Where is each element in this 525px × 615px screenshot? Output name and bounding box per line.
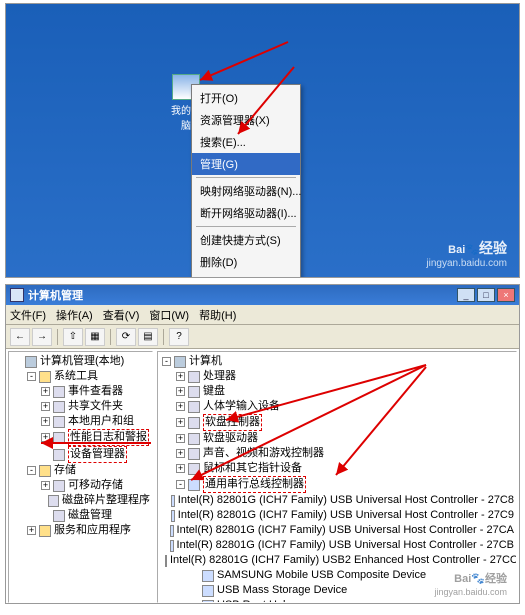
tree-item[interactable]: +声音、视频和游戏控制器: [162, 446, 514, 461]
gear-icon: [188, 401, 200, 413]
folder-icon: [39, 465, 51, 477]
tree-item[interactable]: +本地用户和组: [13, 414, 150, 429]
paw-icon: 🐾: [471, 573, 485, 585]
usb-icon: [171, 495, 175, 507]
tree-item[interactable]: 磁盘管理: [13, 508, 150, 523]
tree-item[interactable]: -存储: [13, 463, 150, 478]
mmc-window: 计算机管理 _ □ × 文件(F) 操作(A) 查看(V) 窗口(W) 帮助(H) ← …: [5, 284, 520, 604]
menu-item[interactable]: 文件(F): [10, 307, 46, 323]
menubar: 文件(F) 操作(A) 查看(V) 窗口(W) 帮助(H): [6, 305, 519, 325]
back-button[interactable]: ←: [10, 328, 30, 346]
watermark: Bai🐾经验 jingyan.baidu.com: [426, 237, 507, 269]
comp-icon: [174, 356, 186, 368]
menu-item[interactable]: 查看(V): [103, 307, 140, 323]
comp-icon: [25, 356, 37, 368]
forward-button[interactable]: →: [32, 328, 52, 346]
folder-icon: [39, 371, 51, 383]
usb-icon: [202, 600, 214, 604]
folder-icon: [39, 525, 51, 537]
gear-icon: [53, 449, 65, 461]
menu-item[interactable]: 打开(O): [192, 87, 300, 109]
menu-item[interactable]: 断开网络驱动器(I)...: [192, 202, 300, 224]
usb-icon: [202, 585, 214, 597]
up-button[interactable]: ⇧: [63, 328, 83, 346]
tree-item[interactable]: +软盘控制器: [162, 414, 514, 431]
tree-item[interactable]: Intel(R) 82801G (ICH7 Family) USB Univer…: [162, 523, 514, 538]
watermark-brand2: 经验: [479, 240, 507, 256]
tree-item[interactable]: 磁盘碎片整理程序: [13, 493, 150, 508]
gear-icon: [53, 386, 65, 398]
usb-icon: [202, 570, 214, 582]
refresh-button[interactable]: ⟳: [116, 328, 136, 346]
tree-item[interactable]: Intel(R) 82801G (ICH7 Family) USB Univer…: [162, 538, 514, 553]
tree-item[interactable]: +服务和应用程序: [13, 523, 150, 538]
paw-icon: 🐾: [465, 244, 479, 256]
gear-icon: [53, 510, 65, 522]
minimize-button[interactable]: _: [457, 288, 475, 302]
desktop-panel: 我的电脑 打开(O)资源管理器(X)搜索(E)...管理(G)映射网络驱动器(N…: [5, 3, 520, 278]
tree-item[interactable]: 设备管理器: [13, 446, 150, 463]
gear-icon: [48, 495, 59, 507]
tree-item[interactable]: Intel(R) 82801G (ICH7 Family) USB2 Enhan…: [162, 553, 514, 568]
gear-icon: [188, 386, 200, 398]
menu-item[interactable]: 重命名(M): [192, 273, 300, 278]
menu-item[interactable]: 管理(G): [192, 153, 300, 175]
usb-icon: [188, 479, 200, 491]
gear-icon: [53, 416, 65, 428]
tree-item[interactable]: +人体学输入设备: [162, 399, 514, 414]
gear-icon: [188, 448, 200, 460]
menu-item[interactable]: 操作(A): [56, 307, 93, 323]
menu-item[interactable]: 映射网络驱动器(N)...: [192, 180, 300, 202]
tree-item[interactable]: +性能日志和警报: [13, 429, 150, 446]
titlebar[interactable]: 计算机管理 _ □ ×: [6, 285, 519, 305]
gear-icon: [53, 480, 65, 492]
usb-icon: [171, 510, 175, 522]
left-pane[interactable]: 计算机管理(本地)-系统工具+事件查看器+共享文件夹+本地用户和组+性能日志和警…: [8, 351, 153, 603]
usb-icon: [165, 555, 167, 567]
tree-item[interactable]: +键盘: [162, 384, 514, 399]
tree-item[interactable]: -系统工具: [13, 369, 150, 384]
tree-item[interactable]: Intel(R) 82801G (ICH7 Family) USB Univer…: [162, 508, 514, 523]
tree-item[interactable]: +事件查看器: [13, 384, 150, 399]
tree-item[interactable]: +可移动存储: [13, 478, 150, 493]
gear-icon: [188, 371, 200, 383]
gear-icon: [188, 463, 200, 475]
menu-item[interactable]: 窗口(W): [149, 307, 189, 323]
menu-item[interactable]: 删除(D): [192, 251, 300, 273]
tree-item[interactable]: -计算机: [162, 354, 514, 369]
watermark: Bai🐾经验 jingyan.baidu.com: [434, 569, 507, 597]
usb-icon: [170, 540, 173, 552]
usb-icon: [170, 525, 173, 537]
properties-button[interactable]: ▦: [85, 328, 105, 346]
gear-icon: [188, 433, 200, 445]
watermark-brand: Bai: [448, 244, 465, 256]
menu-item[interactable]: 创建快捷方式(S): [192, 229, 300, 251]
gear-icon: [53, 401, 65, 413]
close-button[interactable]: ×: [497, 288, 515, 302]
tree-item[interactable]: +鼠标和其它指针设备: [162, 461, 514, 476]
gear-icon: [53, 432, 65, 444]
toolbar: ← → ⇧ ▦ ⟳ ▤ ?: [6, 325, 519, 349]
window-title: 计算机管理: [28, 287, 455, 303]
tree-item[interactable]: +共享文件夹: [13, 399, 150, 414]
tree-item[interactable]: -通用串行总线控制器: [162, 476, 514, 493]
watermark-url: jingyan.baidu.com: [426, 258, 507, 269]
export-button[interactable]: ▤: [138, 328, 158, 346]
menu-item[interactable]: 帮助(H): [199, 307, 236, 323]
tree-item[interactable]: +处理器: [162, 369, 514, 384]
context-menu: 打开(O)资源管理器(X)搜索(E)...管理(G) 映射网络驱动器(N)...断…: [191, 84, 301, 278]
tree-item[interactable]: Intel(R) 82801G (ICH7 Family) USB Univer…: [162, 493, 514, 508]
menu-item[interactable]: 搜索(E)...: [192, 131, 300, 153]
tree-item[interactable]: 计算机管理(本地): [13, 354, 150, 369]
gear-icon: [188, 417, 200, 429]
right-pane[interactable]: -计算机+处理器+键盘+人体学输入设备+软盘控制器+软盘驱动器+声音、视频和游戏…: [157, 351, 517, 603]
app-icon: [10, 288, 24, 302]
tree-item[interactable]: +软盘驱动器: [162, 431, 514, 446]
help-button[interactable]: ?: [169, 328, 189, 346]
maximize-button[interactable]: □: [477, 288, 495, 302]
menu-item[interactable]: 资源管理器(X): [192, 109, 300, 131]
tree-item[interactable]: USB Root Hub: [162, 598, 514, 603]
